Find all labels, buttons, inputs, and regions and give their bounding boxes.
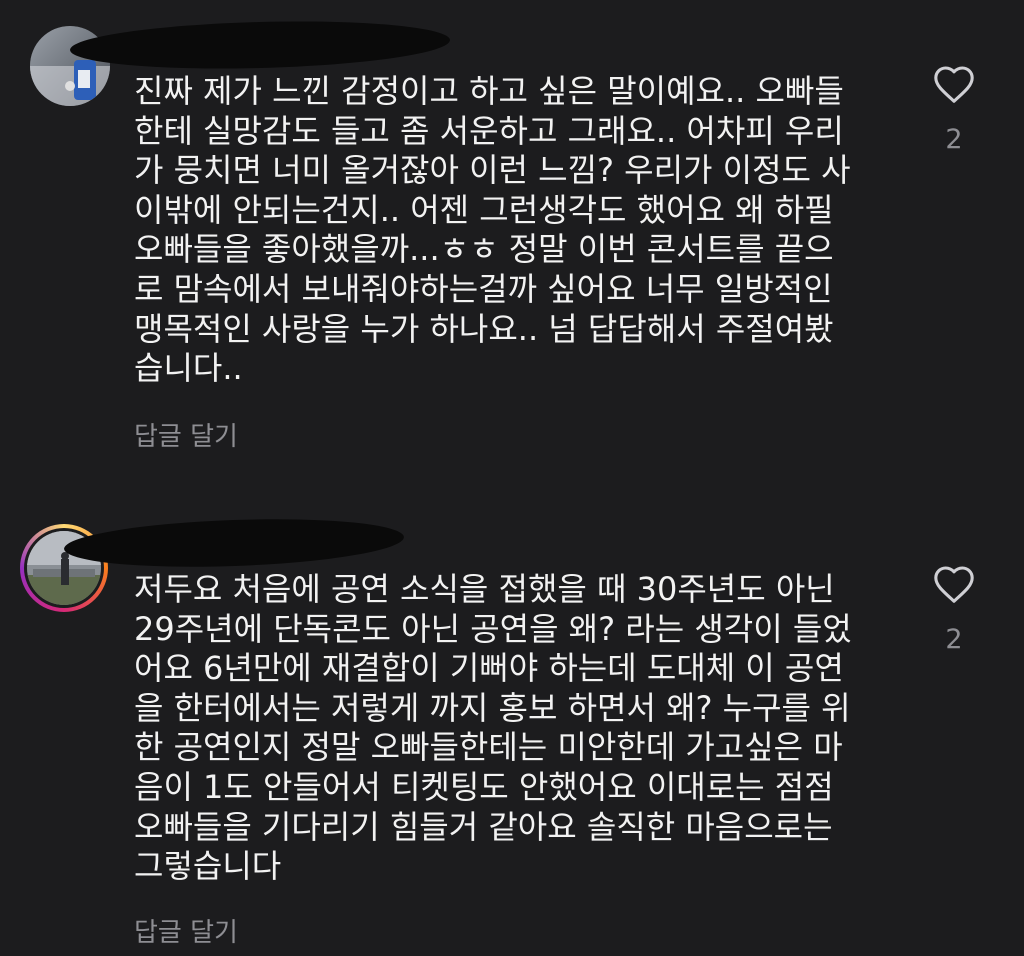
username-redacted: [63, 514, 405, 572]
comment-2: 저두요 처음에 공연 소식을 접했을 때 30주년도 아닌 29주년에 단독콘도…: [0, 0, 1024, 956]
reply-button[interactable]: 답글 달기: [134, 912, 238, 949]
like-column: 2: [924, 564, 984, 655]
comment-text: 저두요 처음에 공연 소식을 접했을 때 30주년도 아닌 29주년에 단독콘도…: [134, 570, 852, 886]
heart-outline-icon[interactable]: [932, 564, 976, 604]
like-count: 2: [945, 624, 963, 655]
